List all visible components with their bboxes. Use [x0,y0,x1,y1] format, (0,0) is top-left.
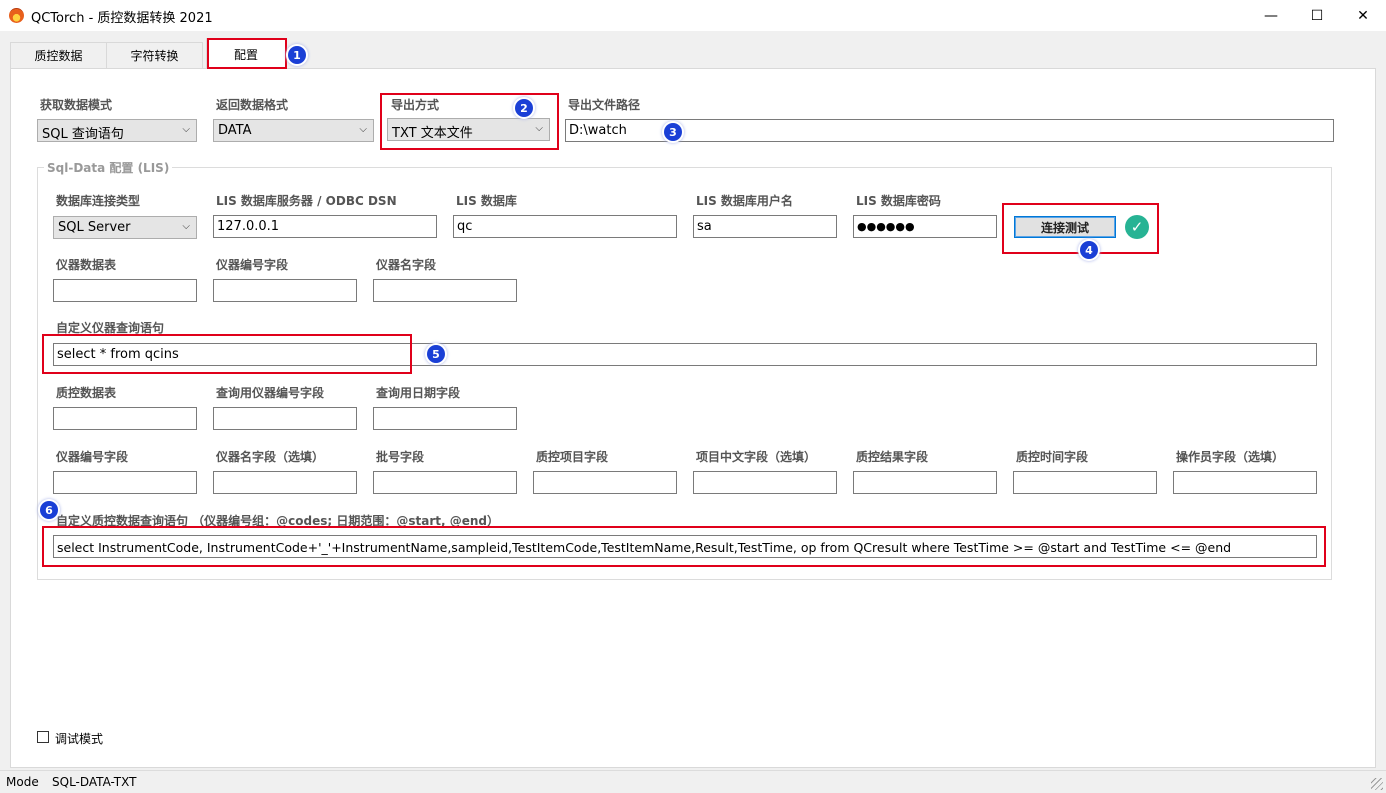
instrument-table-input[interactable] [53,279,197,302]
badge-6: 6 [40,501,58,519]
fetch-mode-label: 获取数据模式 [40,98,113,112]
server-label: LIS 数据库服务器 / ODBC DSN [216,194,397,208]
field-label-item-cn: 项目中文字段（选填） [696,450,817,464]
chevron-down-icon: ⌵ [359,124,367,135]
qc-query-date-field-input[interactable] [373,407,517,430]
field-input-operator[interactable] [1173,471,1317,494]
highlight-box-1 [207,38,287,69]
password-label: LIS 数据库密码 [856,194,941,208]
qc-query-code-field-input[interactable] [213,407,357,430]
password-input[interactable]: ●●●●●● [853,215,997,238]
instrument-name-field-input[interactable] [373,279,517,302]
maximize-icon: ☐ [1310,7,1324,24]
db-type-select[interactable]: SQL Server ⌵ [53,216,197,239]
db-type-value: SQL Server [58,220,131,235]
chevron-down-icon: ⌵ [182,221,190,232]
badge-5: 5 [427,345,445,363]
field-label-qc-item: 质控项目字段 [536,450,609,464]
window-title: QCTorch - 质控数据转换 2021 [31,11,213,26]
highlight-box-5 [42,334,412,374]
highlight-box-2 [380,93,559,150]
resize-grip-icon[interactable] [1371,778,1383,790]
instrument-name-field-label: 仪器名字段 [376,258,437,272]
debug-mode-checkbox[interactable] [37,731,49,743]
field-label-qc-result: 质控结果字段 [856,450,929,464]
field-label-lot: 批号字段 [376,450,425,464]
field-input-lot[interactable] [373,471,517,494]
fetch-mode-value: SQL 查询语句 [42,127,124,142]
database-label: LIS 数据库 [456,194,517,208]
return-format-value: DATA [218,123,252,138]
highlight-box-6 [42,526,1326,567]
badge-2: 2 [515,99,533,117]
chevron-down-icon: ⌵ [182,124,190,135]
fetch-mode-select[interactable]: SQL 查询语句 ⌵ [37,119,197,142]
db-type-label: 数据库连接类型 [56,194,141,208]
field-label-qc-time: 质控时间字段 [1016,450,1089,464]
qc-table-label: 质控数据表 [56,386,117,400]
user-input[interactable]: sa [693,215,837,238]
app-icon [9,8,24,23]
field-label-instrument-code: 仪器编号字段 [56,450,129,464]
field-input-item-cn[interactable] [693,471,837,494]
status-mode-value: SQL-DATA-TXT [52,775,137,789]
field-input-qc-result[interactable] [853,471,997,494]
qc-table-input[interactable] [53,407,197,430]
qc-query-code-field-label: 查询用仪器编号字段 [216,386,325,400]
field-label-operator: 操作员字段（选填） [1176,450,1285,464]
minimize-icon: — [1264,7,1278,24]
qc-query-date-field-label: 查询用日期字段 [376,386,461,400]
database-input[interactable]: qc [453,215,677,238]
badge-1: 1 [288,46,306,64]
field-input-qc-time[interactable] [1013,471,1157,494]
user-label: LIS 数据库用户名 [696,194,793,208]
close-button[interactable]: ✕ [1340,0,1386,31]
field-input-instrument-code[interactable] [53,471,197,494]
export-path-label: 导出文件路径 [568,98,641,112]
debug-mode-label: 调试模式 [55,732,104,746]
instrument-code-field-input[interactable] [213,279,357,302]
return-format-select[interactable]: DATA ⌵ [213,119,374,142]
instrument-table-label: 仪器数据表 [56,258,117,272]
return-format-label: 返回数据格式 [216,98,289,112]
badge-3: 3 [664,123,682,141]
minimize-button[interactable]: — [1248,0,1294,31]
server-input[interactable]: 127.0.0.1 [213,215,437,238]
badge-4: 4 [1080,241,1098,259]
close-icon: ✕ [1357,7,1369,24]
tab-qc-data[interactable]: 质控数据 [10,42,107,68]
maximize-button[interactable]: ☐ [1294,0,1340,31]
field-input-qc-item[interactable] [533,471,677,494]
status-mode-label: Mode [6,775,39,789]
title-bar: QCTorch - 质控数据转换 2021 — ☐ ✕ [0,0,1386,31]
groupbox-title: Sql-Data 配置 (LIS) [44,159,173,176]
status-bar: Mode SQL-DATA-TXT [0,770,1386,793]
instrument-code-field-label: 仪器编号字段 [216,258,289,272]
field-input-instrument-name[interactable] [213,471,357,494]
tab-char-convert[interactable]: 字符转换 [106,42,203,68]
field-label-instrument-name: 仪器名字段（选填） [216,450,325,464]
